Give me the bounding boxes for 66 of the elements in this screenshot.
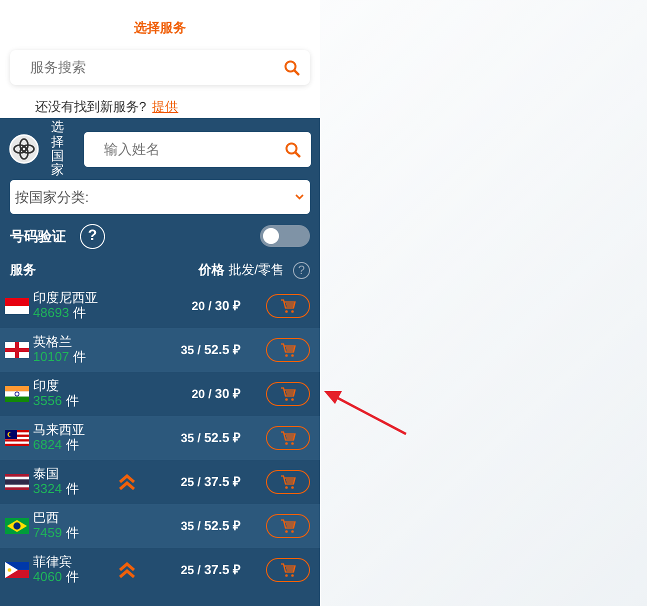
country-category-dropdown[interactable]: 按国家分类: bbox=[10, 180, 310, 214]
unit-label: 件 bbox=[66, 526, 79, 541]
flag-icon bbox=[5, 342, 29, 358]
cart-button[interactable] bbox=[266, 382, 310, 406]
flag-icon bbox=[5, 298, 29, 314]
cart-icon bbox=[280, 386, 296, 402]
country-name: 菲律宾 bbox=[33, 555, 73, 570]
unit-label: 件 bbox=[66, 570, 79, 585]
price-text: 20 / 30 ₽ bbox=[192, 385, 241, 404]
stock-count: 10107 bbox=[33, 350, 70, 365]
country-name: 印度 bbox=[33, 379, 60, 394]
country-name: 英格兰 bbox=[33, 335, 73, 350]
flag-icon bbox=[5, 518, 29, 534]
cart-button[interactable] bbox=[266, 426, 310, 450]
country-name: 巴西 bbox=[33, 511, 60, 526]
cart-icon bbox=[280, 474, 296, 490]
flag-icon bbox=[5, 474, 29, 490]
price-text: 35 / 52.5 ₽ bbox=[180, 517, 241, 536]
unit-label: 件 bbox=[66, 394, 79, 409]
stock-count: 4060 bbox=[33, 570, 62, 585]
country-name: 泰国 bbox=[33, 467, 60, 482]
cart-icon bbox=[280, 298, 296, 314]
country-label: 选择国家 bbox=[51, 120, 64, 178]
price-text: 35 / 52.5 ₽ bbox=[180, 341, 241, 360]
verification-toggle[interactable] bbox=[260, 225, 310, 247]
panel-title: 选择服务 bbox=[134, 19, 186, 37]
flag-icon bbox=[5, 430, 29, 446]
cart-button[interactable] bbox=[266, 558, 310, 582]
help-button[interactable]: ? bbox=[80, 224, 105, 248]
unit-label: 件 bbox=[66, 438, 79, 453]
price-text: 25 / 37.5 ₽ bbox=[180, 473, 241, 492]
stock-count: 7459 bbox=[33, 526, 62, 541]
unit-label: 件 bbox=[73, 350, 86, 365]
country-search-field[interactable]: 输入姓名 bbox=[84, 132, 311, 166]
logo-icon bbox=[9, 134, 39, 164]
column-header: 服务 bbox=[10, 261, 36, 280]
unit-label: 件 bbox=[73, 306, 86, 321]
flag-icon bbox=[5, 562, 29, 578]
verification-label: 号码验证 bbox=[10, 226, 66, 246]
search-icon[interactable] bbox=[285, 142, 301, 158]
stock-count: 3324 bbox=[33, 482, 62, 497]
cart-icon bbox=[280, 430, 296, 446]
cart-button[interactable] bbox=[266, 514, 310, 538]
price-text: 20 / 30 ₽ bbox=[192, 297, 241, 316]
cart-icon bbox=[280, 518, 296, 534]
cart-button[interactable] bbox=[266, 338, 310, 362]
country-name: 马来西亚 bbox=[33, 423, 86, 438]
price-text: 35 / 52.5 ₽ bbox=[180, 429, 241, 448]
column-header: 价格 bbox=[198, 261, 224, 280]
price-text: 25 / 37.5 ₽ bbox=[180, 561, 241, 580]
suggestion-text: 还没有找到新服务? bbox=[35, 98, 146, 116]
cart-icon bbox=[280, 562, 296, 578]
unit-label: 件 bbox=[66, 482, 79, 497]
flag-icon bbox=[5, 386, 29, 402]
stock-count: 3556 bbox=[33, 394, 62, 409]
chevron-down-icon bbox=[295, 194, 304, 200]
help-icon[interactable]: ? bbox=[293, 262, 310, 278]
stock-count: 6824 bbox=[33, 438, 62, 453]
search-icon[interactable] bbox=[284, 60, 300, 76]
cart-button[interactable] bbox=[266, 294, 310, 318]
service-search-field[interactable]: 服务搜索 bbox=[10, 50, 310, 84]
cart-button[interactable] bbox=[266, 470, 310, 494]
country-name: 印度尼西亚 bbox=[33, 291, 99, 306]
cart-icon bbox=[280, 342, 296, 358]
stock-count: 48693 bbox=[33, 306, 70, 321]
column-header: 批发/零售 bbox=[228, 261, 284, 280]
